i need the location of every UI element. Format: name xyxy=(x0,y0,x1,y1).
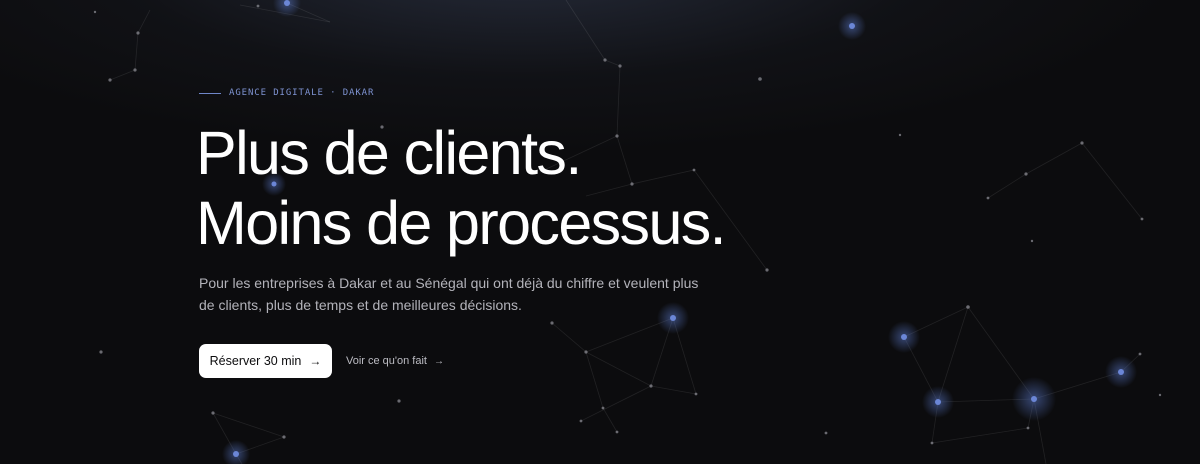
eyebrow: AGENCE DIGITALE · DAKAR xyxy=(199,88,374,98)
arrow-right-icon: → xyxy=(434,355,444,367)
headline-line-2: Moins de processus. xyxy=(196,189,727,257)
eyebrow-divider xyxy=(199,92,221,94)
book-call-button[interactable]: Réserver 30 min → xyxy=(199,344,332,378)
hero-subtext: Pour les entreprises à Dakar et au Sénég… xyxy=(199,275,699,313)
cta-row: Réserver 30 min → Voir ce qu'on fait → xyxy=(199,344,444,378)
arrow-right-icon: → xyxy=(309,354,322,368)
headline-line-1: Plus de clients. xyxy=(196,119,582,187)
see-work-link[interactable]: Voir ce qu'on fait → xyxy=(346,355,444,367)
book-call-label: Réserver 30 min xyxy=(209,354,302,368)
hero-section: AGENCE DIGITALE · DAKAR Plus de clients.… xyxy=(0,0,1200,464)
see-work-label: Voir ce qu'on fait xyxy=(346,355,427,367)
hero-headline: Plus de clients. Moins de processus. xyxy=(196,118,727,258)
eyebrow-label: AGENCE DIGITALE · DAKAR xyxy=(229,88,375,98)
